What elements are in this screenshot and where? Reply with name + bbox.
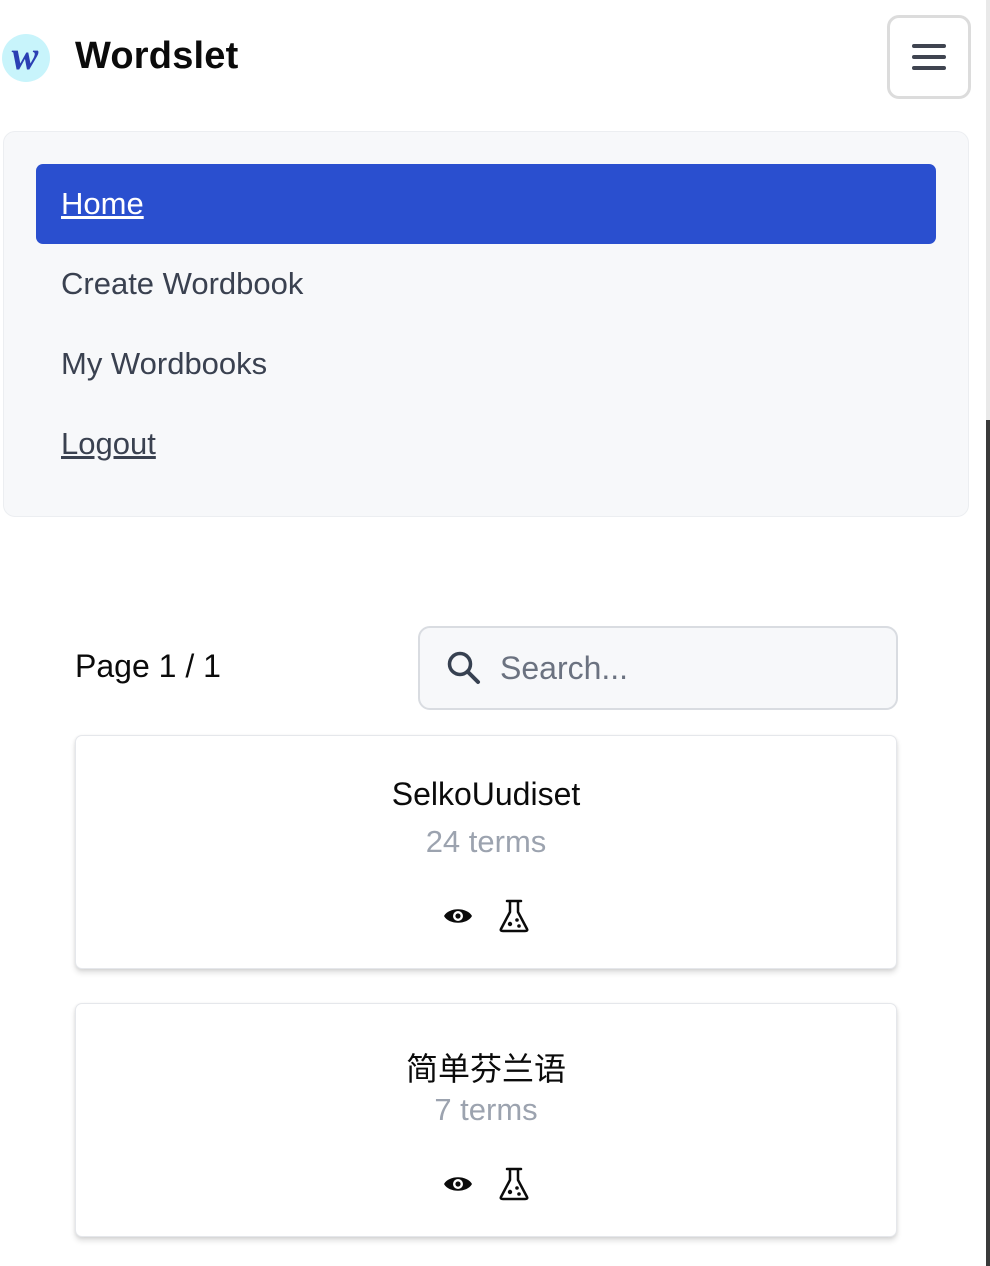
wordbook-actions — [76, 1167, 896, 1201]
nav-item-my-wordbooks[interactable]: My Wordbooks — [36, 324, 936, 404]
eye-icon[interactable] — [442, 1168, 474, 1200]
page-indicator: Page 1 / 1 — [75, 648, 221, 684]
flask-icon[interactable] — [498, 899, 530, 933]
menu-toggle-button[interactable] — [887, 15, 971, 99]
wordbook-actions — [76, 899, 896, 933]
eye-icon[interactable] — [442, 900, 474, 932]
window-edge-dark — [986, 420, 990, 1266]
hamburger-icon — [912, 44, 946, 70]
wordbook-card[interactable]: SelkoUudiset 24 terms — [75, 735, 897, 969]
wordbook-title[interactable]: 简单芬兰语 — [76, 1044, 896, 1090]
nav-item-home[interactable]: Home — [36, 164, 936, 244]
search-icon — [446, 650, 482, 691]
logo-letter: w — [11, 32, 39, 78]
search-input[interactable] — [500, 646, 880, 690]
wordbook-title[interactable]: SelkoUudiset — [76, 776, 896, 813]
nav-item-create-wordbook[interactable]: Create Wordbook — [36, 244, 936, 324]
brand-name[interactable]: Wordslet — [75, 35, 238, 78]
flask-icon[interactable] — [498, 1167, 530, 1201]
wordbook-term-count: 24 terms — [425, 824, 547, 859]
logo[interactable]: w — [2, 32, 50, 82]
top-navbar: w Wordslet — [0, 0, 986, 120]
wordbook-term-count: 7 terms — [434, 1092, 538, 1127]
wordbook-card[interactable]: 简单芬兰语 7 terms — [75, 1003, 897, 1237]
search-box[interactable] — [418, 626, 898, 710]
nav-menu: Home Create Wordbook My Wordbooks Logout — [3, 131, 969, 517]
nav-item-logout[interactable]: Logout — [36, 404, 936, 484]
